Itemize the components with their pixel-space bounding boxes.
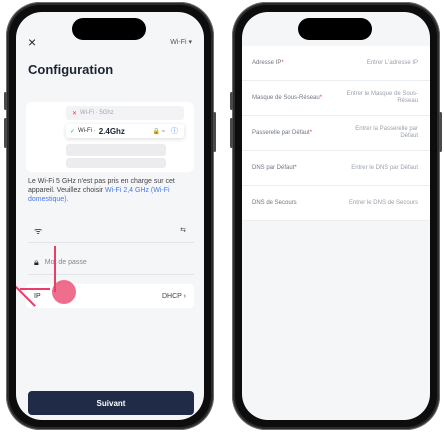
chevron-right-icon: › [183,292,186,300]
ip-mode-row[interactable]: IP DHCP › [26,284,194,308]
option-label-24ghz: 2.4Ghz [98,126,125,136]
field-placeholder: Entrer le DNS par Défaut [351,164,418,171]
wifi-selector-dropdown[interactable]: Wi-Fi ▾ [170,38,192,46]
next-button[interactable]: Suivant [28,391,194,415]
configuration-screen: × Wi-Fi ▾ Configuration ✕ Wi-Fi · 5Ghz ✓… [16,12,204,420]
option-prefix-24ghz: Wi-Fi · [78,128,96,134]
band-notice: Le Wi-Fi 5 GHz n'est pas pris en charge … [28,177,196,204]
check-icon: ✓ [70,128,76,135]
gateway-field[interactable]: Passerelle par Défaut* Entrer la Passere… [242,116,430,151]
ip-mode-value: DHCP › [161,292,186,300]
static-ip-form: Adresse IP* Entrer L'adresse IP Masque d… [242,46,430,221]
right-phone-frame: Adresse IP* Entrer L'adresse IP Masque d… [230,2,442,430]
field-label: DNS par Défaut* [252,165,297,171]
static-ip-screen: Adresse IP* Entrer L'adresse IP Masque d… [242,12,430,420]
field-placeholder: Entrer le DNS de Secours [348,199,418,206]
ip-label: IP [34,292,41,300]
field-label: Passerelle par Défaut* [252,130,313,136]
swap-icon[interactable]: ⇆ [180,226,186,234]
default-dns-field[interactable]: DNS par Défaut* Entrer le DNS par Défaut [242,151,430,186]
wifi-network-field[interactable]: ᯤ ⇆ [28,218,194,243]
volume-button [4,92,7,110]
arrow-vertical [54,246,56,292]
band-selection-card: ✕ Wi-Fi · 5Ghz ✓ Wi-Fi · 2.4Ghz 🔒 ≈ ⓘ [26,102,194,172]
power-button [213,112,216,152]
unsupported-icon: ✕ [72,110,78,117]
field-placeholder: Entrer le Masque de Sous-Réseau [346,91,418,104]
dynamic-island [298,18,372,40]
volume-button [230,92,233,110]
left-phone-frame: × Wi-Fi ▾ Configuration ✕ Wi-Fi · 5Ghz ✓… [4,2,216,430]
ip-address-field[interactable]: Adresse IP* Entrer L'adresse IP [242,46,430,81]
field-label: Masque de Sous-Réseau* [252,95,323,101]
lock-icon: 🔒︎ [34,256,39,267]
info-icon[interactable]: ⓘ [171,126,178,136]
volume-button [4,118,7,148]
field-placeholder: Entrer L'adresse IP [366,59,418,66]
option-wifi-5ghz[interactable]: ✕ Wi-Fi · 5Ghz [66,106,184,120]
subnet-mask-field[interactable]: Masque de Sous-Réseau* Entrer le Masque … [242,81,430,116]
lock-wifi-icon: 🔒 ≈ [152,128,165,135]
power-button [439,112,442,152]
volume-button [230,118,233,148]
page-title: Configuration [28,62,114,77]
field-placeholder: Entrer la Passerelle par Défaut [355,126,418,139]
backup-dns-field[interactable]: DNS de Secours Entrer le DNS de Secours [242,186,430,221]
option-wifi-24ghz[interactable]: ✓ Wi-Fi · 2.4Ghz 🔒 ≈ ⓘ [66,124,184,138]
wifi-icon: ᯤ [34,225,43,236]
password-field[interactable]: 🔒︎ Mot de passe [28,250,194,275]
field-label: Adresse IP* [252,60,284,66]
option-label-5ghz: Wi-Fi · 5Ghz [80,110,114,116]
placeholder-network-row [66,158,166,168]
placeholder-network-row [66,144,166,156]
field-label: DNS de Secours [252,200,297,206]
password-placeholder: Mot de passe [44,258,87,266]
arrow-horizontal [20,288,50,290]
dynamic-island [72,18,146,40]
close-icon[interactable]: × [28,34,36,50]
